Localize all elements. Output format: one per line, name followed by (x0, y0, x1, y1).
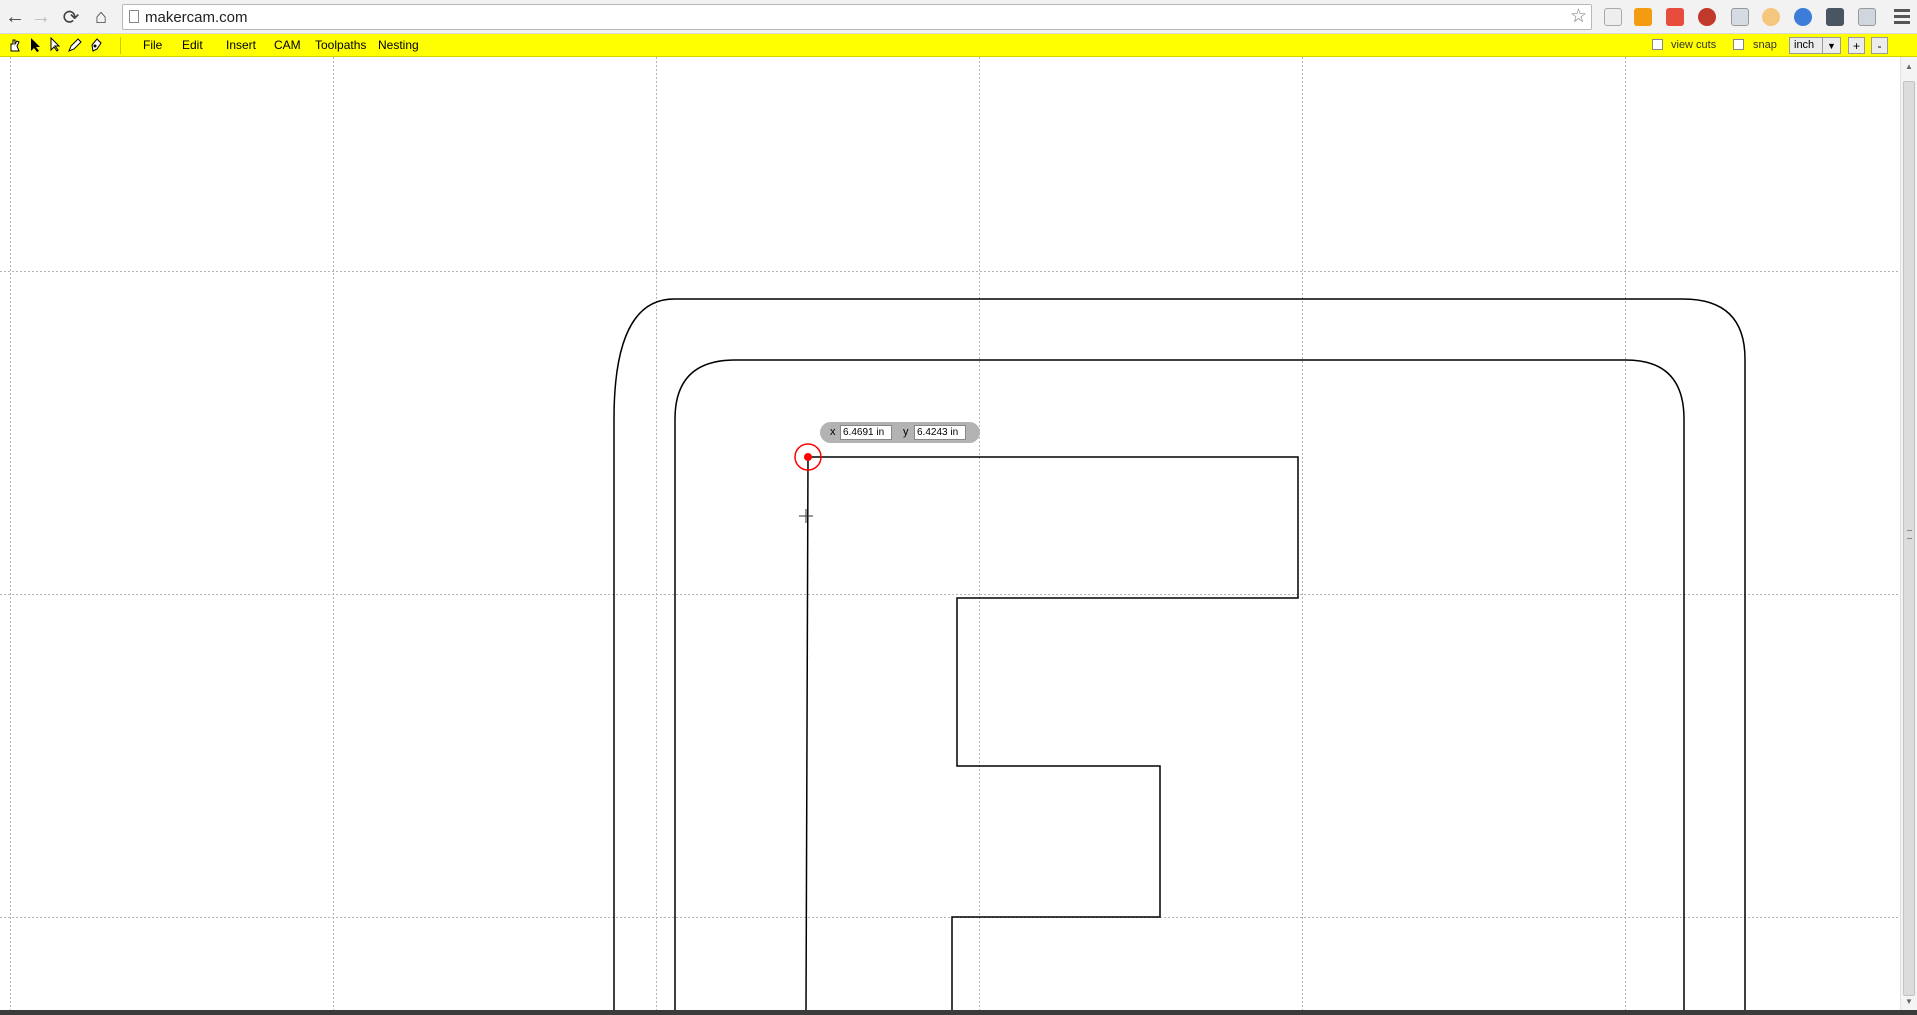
toolbar-divider (120, 37, 121, 54)
badge-extension-icon[interactable] (1698, 8, 1716, 26)
graph-extension-icon[interactable] (1826, 8, 1844, 26)
hourglass-extension-icon[interactable] (1604, 8, 1622, 26)
cookie-extension-icon[interactable] (1762, 8, 1780, 26)
snap-label: snap (1753, 39, 1777, 51)
zoom-out-button[interactable]: - (1871, 37, 1888, 54)
forward-button[interactable]: → (28, 4, 54, 30)
active-segment-path[interactable] (805, 456, 809, 1010)
crosshair-cursor-icon (799, 509, 813, 523)
browser-toolbar: ← → ⟳ ⌂ makercam.com ☆ (0, 0, 1917, 34)
scroll-down-icon[interactable]: ▼ (1901, 994, 1917, 1008)
unit-select[interactable]: inch ▼ (1789, 37, 1841, 54)
snap-checkbox[interactable] (1733, 39, 1744, 50)
barcode-extension-icon[interactable] (1731, 8, 1749, 26)
zoom-in-button[interactable]: + (1848, 37, 1865, 54)
reload-button[interactable]: ⟳ (58, 4, 84, 30)
outer-rounded-outline[interactable] (613, 298, 1746, 1010)
menu-file[interactable]: File (143, 38, 162, 52)
back-button[interactable]: ← (2, 4, 28, 30)
grid (0, 57, 1900, 1010)
forward-arrow-icon: → (31, 5, 51, 28)
dropdown-arrow-icon: ▼ (1822, 38, 1840, 53)
url-text: makercam.com (145, 9, 248, 26)
y-coordinate-field[interactable]: 6.4243 in (914, 425, 966, 440)
app-toolbar: File Edit Insert CAM Toolpaths Nesting v… (0, 34, 1917, 57)
pie-chart-extension-icon[interactable] (1794, 8, 1812, 26)
zoom-in-label: + (1852, 38, 1860, 53)
menu-insert[interactable]: Insert (226, 38, 256, 52)
x-coordinate-field[interactable]: 6.4691 in (840, 425, 892, 440)
folder-extension-icon[interactable] (1858, 8, 1876, 26)
y-label: y (903, 426, 909, 438)
drawing-canvas[interactable] (0, 57, 1900, 1010)
address-bar[interactable]: makercam.com ☆ (122, 4, 1592, 30)
bookmark-star-icon[interactable]: ☆ (1570, 5, 1587, 28)
menu-toolpaths[interactable]: Toolpaths (315, 38, 366, 52)
letter-f-path[interactable] (808, 456, 1299, 1010)
pen-add-tool-icon[interactable] (88, 36, 106, 54)
back-arrow-icon: ← (5, 5, 25, 28)
menu-edit[interactable]: Edit (182, 38, 203, 52)
scroll-up-icon[interactable]: ▲ (1901, 59, 1917, 73)
unit-value: inch (1794, 39, 1815, 51)
x-label: x (830, 426, 836, 438)
home-button[interactable]: ⌂ (88, 4, 114, 30)
menu-cam[interactable]: CAM (274, 38, 301, 52)
menu-nesting[interactable]: Nesting (378, 38, 419, 52)
reload-icon: ⟳ (62, 6, 80, 29)
hand-tool-icon[interactable] (6, 36, 24, 54)
scrollbar-thumb[interactable] (1903, 81, 1915, 996)
pointer-tool-icon[interactable] (26, 36, 44, 54)
chart-extension-icon[interactable] (1634, 8, 1652, 26)
vertical-scrollbar[interactable]: ▲ ▼ (1900, 57, 1917, 1010)
pen-tool-icon[interactable] (66, 36, 84, 54)
bottom-edge (0, 1010, 1917, 1015)
coordinate-readout: x 6.4691 in y 6.4243 in (820, 422, 980, 443)
page-icon (129, 10, 139, 23)
zoom-out-label: - (1877, 38, 1882, 53)
node-tool-icon[interactable] (46, 36, 64, 54)
plus-extension-icon[interactable] (1666, 8, 1684, 26)
canvas-svg[interactable] (0, 57, 1900, 1010)
view-cuts-checkbox[interactable] (1652, 39, 1663, 50)
view-cuts-label: view cuts (1671, 39, 1717, 51)
grip-icon (1907, 530, 1912, 539)
browser-menu-icon[interactable] (1893, 6, 1911, 26)
home-icon: ⌂ (94, 5, 108, 28)
